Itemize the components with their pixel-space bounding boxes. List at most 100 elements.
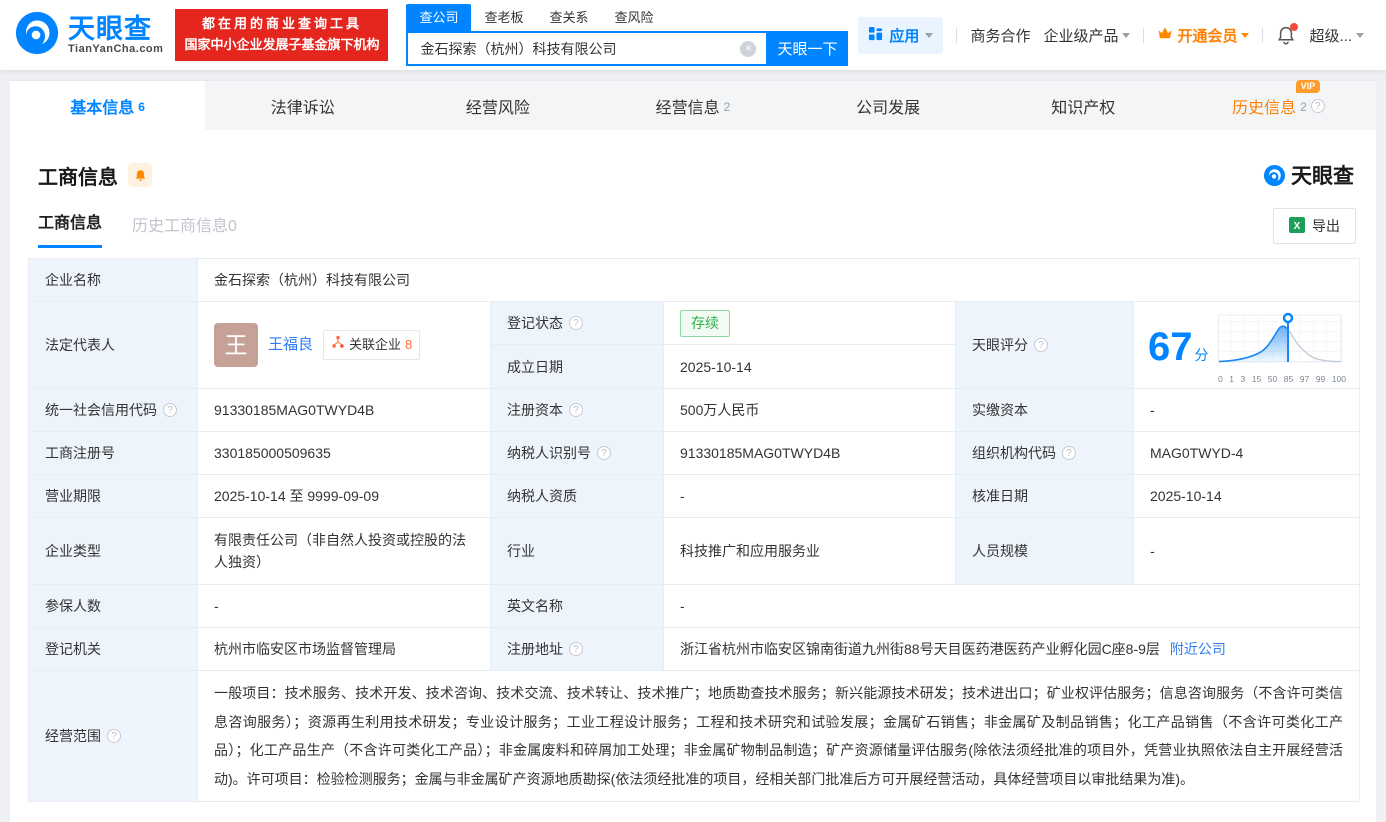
crown-icon	[1157, 26, 1173, 44]
search-input[interactable]	[406, 31, 767, 66]
tab-basic-info[interactable]: 基本信息 6	[10, 81, 206, 130]
table-row: 工商注册号 330185000509635 纳税人识别号 ? 91330185M…	[29, 432, 1359, 475]
score-unit: 分	[1194, 347, 1209, 363]
staff-size-label: 人员规模	[956, 518, 1134, 585]
export-label: 导出	[1312, 218, 1340, 234]
nav-cooperation[interactable]: 商务合作	[970, 25, 1030, 46]
chevron-down-icon	[925, 32, 934, 42]
apps-menu[interactable]: 应用	[858, 16, 944, 54]
taxpayer-quality-value: -	[664, 475, 956, 518]
help-icon[interactable]: ?	[1034, 338, 1048, 352]
reg-status-cell: 存续	[664, 302, 956, 345]
tab-count: 6	[138, 99, 145, 114]
section-title: 工商信息	[38, 166, 118, 189]
main-content: 基本信息 6 法律诉讼 经营风险 经营信息 2 公司发展 知识产权 历史信息 V…	[10, 79, 1376, 822]
promo-line2: 国家中小企业发展子基金旗下机构	[184, 37, 380, 52]
table-row: 登记机关 杭州市临安区市场监督管理局 注册地址 ? 浙江省杭州市临安区锦南街道九…	[29, 628, 1359, 671]
divider	[956, 27, 958, 43]
super-vip-label: 超级...	[1309, 27, 1352, 45]
search-tab-boss[interactable]: 查老板	[471, 4, 536, 31]
nav-open-vip[interactable]: 开通会员	[1157, 25, 1250, 46]
help-icon[interactable]: ?	[569, 642, 583, 656]
reg-status-label: 登记状态 ?	[491, 302, 664, 345]
business-term-label: 营业期限	[29, 475, 198, 518]
score-distribution-chart: 0 1 3 15 50 85 97 99 100	[1217, 311, 1347, 384]
label-text: 天眼评分	[972, 337, 1028, 353]
industry-label: 行业	[491, 518, 664, 585]
label-text: 登记状态	[507, 315, 563, 331]
table-row: 企业名称 金石探索（杭州）科技有限公司	[29, 259, 1359, 302]
search-tab-relation[interactable]: 查关系	[536, 4, 601, 31]
logo-swirl-icon	[14, 10, 60, 61]
tab-company-development[interactable]: 公司发展	[791, 81, 986, 130]
tianyancha-logo[interactable]: 天眼查 TianYanCha.com	[14, 10, 163, 61]
credit-code-value: 91330185MAG0TWYD4B	[198, 389, 491, 432]
search-area: 查公司 查老板 查关系 查风险 × 天眼一下	[406, 4, 849, 66]
promo-line1: 都在用的商业查询工具	[201, 16, 362, 32]
tab-count: 2	[1300, 99, 1307, 114]
search-button[interactable]: 天眼一下	[766, 31, 849, 66]
score-cell[interactable]: 67 分 0 1 3 15 50 85 97 99 100	[1134, 302, 1359, 389]
legal-rep-name-link[interactable]: 王福良	[268, 334, 313, 356]
notification-bell-icon[interactable]	[1276, 23, 1299, 45]
chevron-down-icon	[1241, 32, 1250, 42]
business-scope-value: 一般项目：技术服务、技术开发、技术咨询、技术交流、技术转让、技术推广；地质勘查技…	[214, 685, 1343, 787]
nearby-companies-link[interactable]: 附近公司	[1170, 638, 1226, 660]
table-row: 参保人数 - 英文名称 -	[29, 585, 1359, 628]
chevron-down-icon	[1356, 32, 1364, 42]
help-icon[interactable]: ?	[597, 446, 611, 460]
tab-label: 知识产权	[1051, 99, 1116, 117]
reg-number-value: 330185000509635	[198, 432, 491, 475]
logo-domain: TianYanCha.com	[68, 43, 164, 55]
tab-history-info[interactable]: 历史信息 VIP 2 ?	[1181, 79, 1376, 130]
excel-icon: X	[1289, 216, 1305, 236]
taxpayer-id-value: 91330185MAG0TWYD4B	[664, 432, 956, 475]
taxpayer-quality-label: 纳税人资质	[491, 475, 664, 518]
related-companies-badge[interactable]: 关联企业 8	[323, 330, 421, 360]
english-name-label: 英文名称	[491, 585, 664, 628]
help-icon[interactable]: ?	[569, 403, 583, 417]
help-icon[interactable]: ?	[107, 729, 121, 743]
export-button[interactable]: X 导出	[1273, 208, 1356, 244]
search-tab-risk[interactable]: 查风险	[602, 4, 667, 31]
org-code-value: MAG0TWYD-4	[1134, 432, 1359, 475]
english-name-value: -	[664, 585, 1359, 628]
related-companies-label: 关联企业	[349, 337, 402, 352]
help-icon[interactable]: ?	[1310, 98, 1325, 113]
status-badge: 存续	[680, 309, 730, 337]
vip-label: 开通会员	[1177, 27, 1238, 45]
org-code-label: 组织机构代码 ?	[956, 432, 1134, 475]
divider	[1262, 27, 1264, 43]
avatar[interactable]: 王	[214, 323, 258, 367]
vip-badge: VIP	[1295, 79, 1321, 93]
tab-legal-litigation[interactable]: 法律诉讼	[205, 81, 400, 130]
business-info-table: 企业名称 金石探索（杭州）科技有限公司 法定代表人 王 王福良 关联企业 8 登…	[28, 258, 1360, 802]
subtab-history-business-info[interactable]: 历史工商信息0	[132, 212, 237, 248]
subscribe-bell-icon[interactable]	[128, 163, 152, 187]
nav-super-vip[interactable]: 超级...	[1309, 25, 1364, 46]
logo-title: 天眼查	[68, 14, 152, 44]
notification-dot	[1290, 23, 1299, 31]
tab-intellectual-property[interactable]: 知识产权	[986, 81, 1181, 130]
help-icon[interactable]: ?	[1062, 446, 1076, 460]
approval-date-value: 2025-10-14	[1134, 475, 1359, 518]
label-text: 统一社会信用代码	[45, 402, 157, 418]
score-value: 67	[1148, 325, 1193, 369]
label-text: 经营范围	[45, 728, 101, 744]
table-row: 营业期限 2025-10-14 至 9999-09-09 纳税人资质 - 核准日…	[29, 475, 1359, 518]
label-text: 注册地址	[507, 641, 563, 657]
tab-count: 2	[723, 99, 731, 114]
tab-label: 历史信息	[1232, 99, 1297, 117]
help-icon[interactable]: ?	[569, 316, 583, 330]
tab-operation-info[interactable]: 经营信息 2	[595, 81, 790, 130]
search-tab-company[interactable]: 查公司	[406, 4, 472, 31]
nav-enterprise-products[interactable]: 企业级产品	[1043, 25, 1131, 46]
tab-label: 经营风险	[465, 99, 530, 117]
company-name-label: 企业名称	[29, 259, 198, 302]
org-network-icon	[331, 334, 345, 356]
related-companies-count: 8	[405, 337, 413, 352]
help-icon[interactable]: ?	[163, 403, 177, 417]
subtab-business-info[interactable]: 工商信息	[38, 209, 103, 248]
reg-capital-label: 注册资本 ?	[491, 389, 664, 432]
tab-operation-risk[interactable]: 经营风险	[400, 81, 595, 130]
